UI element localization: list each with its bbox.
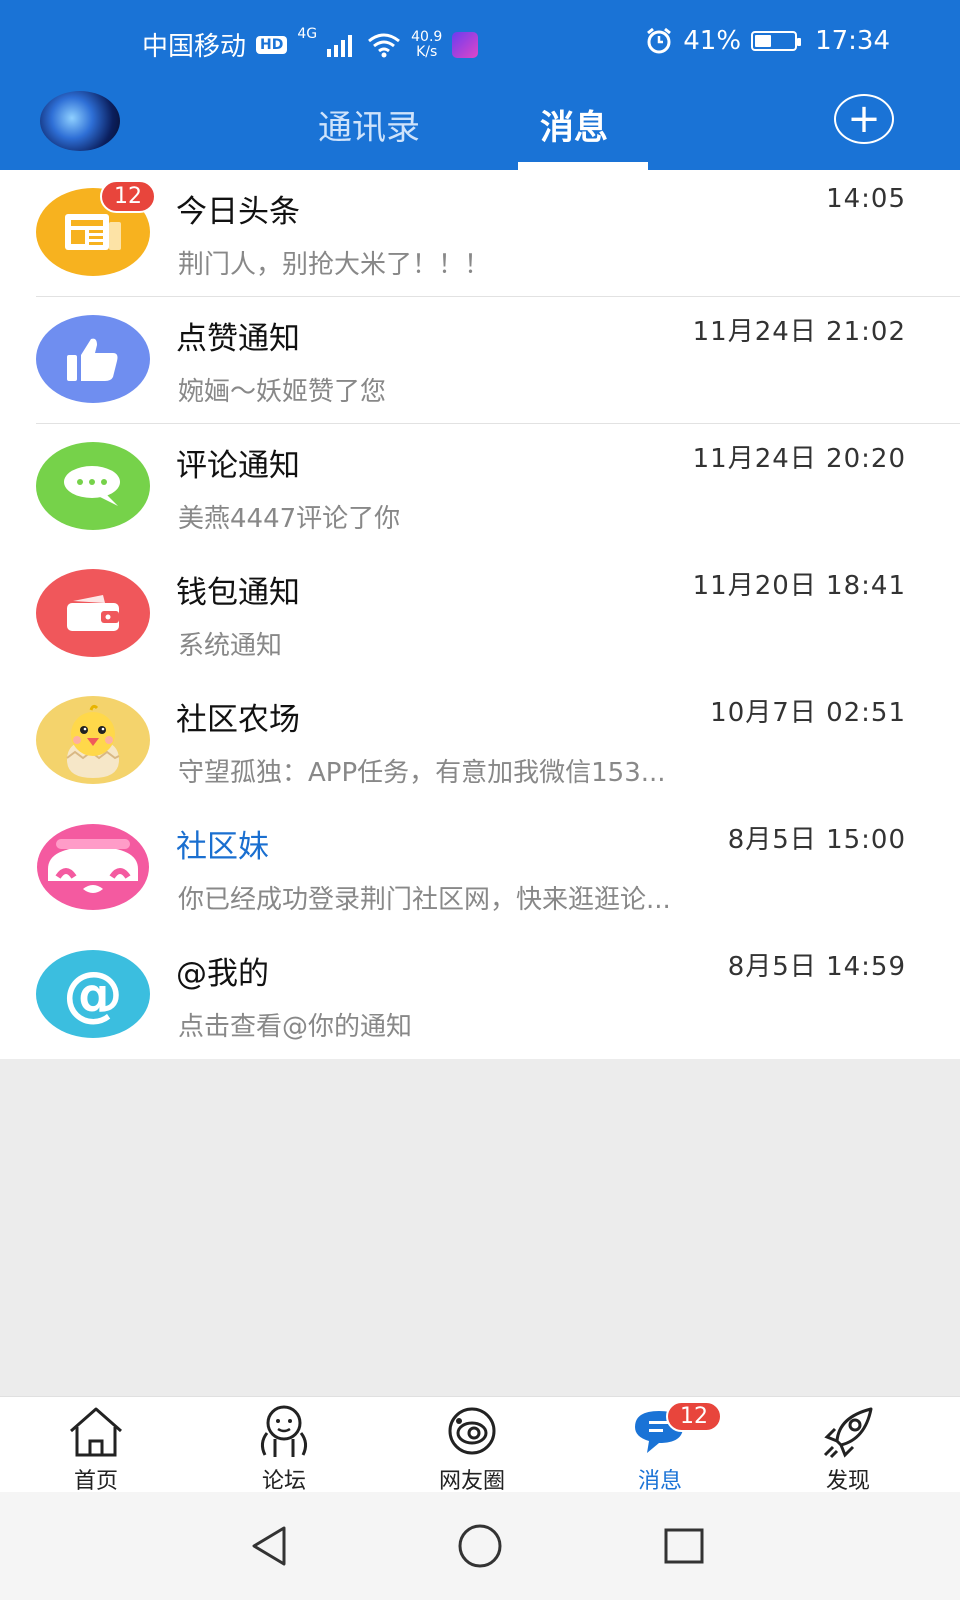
nav-discover[interactable]: 发现 [788, 1403, 908, 1495]
nav-label: 发现 [825, 1469, 870, 1494]
back-triangle-icon [252, 1526, 286, 1566]
chick-icon [36, 696, 150, 784]
app-header: 中国移动 HD 4G 40.9 K/s 41% 17:34 通讯录 消息 + [0, 0, 960, 170]
speed-unit: K/s [416, 43, 438, 60]
message-title: 评论通知 [176, 448, 300, 484]
newspaper-icon: 12 [36, 180, 156, 276]
message-row-wallet[interactable]: 钱包通知 11月20日 18:41 系统通知 [0, 551, 960, 678]
battery-icon [751, 31, 802, 51]
back-button[interactable] [240, 1516, 300, 1576]
message-preview: 你已经成功登录荆门社区网，快来逛逛论... [178, 885, 671, 915]
newspaper-glyph [65, 214, 121, 250]
message-time: 11月24日 21:02 [692, 317, 906, 347]
forum-icon [260, 1405, 308, 1457]
at-sign-icon: @ [36, 950, 150, 1038]
rocket-icon [823, 1407, 873, 1459]
app-bar: 通讯录 消息 + [0, 86, 960, 170]
plus-icon: + [847, 96, 881, 142]
home-system-button[interactable] [450, 1516, 510, 1576]
message-preview: 点击查看@你的通知 [178, 1012, 413, 1042]
wallet-icon [36, 569, 150, 657]
clock: 17:34 [815, 26, 890, 56]
nav-friends-circle[interactable]: 网友圈 [412, 1403, 532, 1495]
message-time: 14:05 [826, 184, 906, 214]
recents-square-icon [664, 1528, 704, 1564]
bottom-navigation: 首页 论坛 网友圈 12 消息 发现 [0, 1396, 960, 1495]
chat-bubble-icon [36, 442, 150, 530]
tab-messages[interactable]: 消息 [540, 100, 608, 149]
home-circle-icon [458, 1524, 502, 1568]
planet-icon [448, 1407, 496, 1455]
at-sign-glyph: @ [63, 959, 123, 1029]
message-preview: 美燕4447评论了你 [178, 504, 401, 534]
message-time: 11月24日 20:20 [692, 444, 906, 474]
message-time: 11月20日 18:41 [692, 571, 906, 601]
chick-glyph [66, 704, 120, 778]
girl-face-glyph [37, 824, 149, 910]
message-title: @我的 [176, 956, 269, 992]
network-type: 4G [297, 26, 318, 42]
nav-label: 首页 [73, 1469, 118, 1494]
speed-value: 40.9 [411, 28, 443, 45]
message-title: 今日头条 [176, 194, 300, 230]
active-tab-indicator [518, 162, 648, 170]
message-title: 社区妹 [176, 829, 269, 865]
hd-badge: HD [256, 35, 288, 54]
nav-label: 消息 [637, 1469, 682, 1494]
battery-percent: 41% [683, 26, 742, 56]
chat-bubble-glyph [64, 466, 120, 506]
status-bar: 中国移动 HD 4G 40.9 K/s 41% 17:34 [0, 0, 960, 86]
nav-forum[interactable]: 论坛 [224, 1403, 344, 1495]
nav-label: 论坛 [261, 1469, 306, 1494]
user-avatar[interactable] [40, 91, 120, 151]
home-icon [70, 1407, 122, 1457]
nav-messages[interactable]: 12 消息 [600, 1401, 722, 1495]
message-time: 10月7日 02:51 [710, 698, 906, 728]
signal-icon [327, 34, 353, 57]
message-preview: 守望孤独：APP任务，有意加我微信153... [178, 758, 666, 788]
girl-face-icon [36, 823, 150, 911]
unread-badge: 12 [100, 180, 156, 213]
thumbs-up-glyph [67, 338, 118, 381]
system-navigation-bar [0, 1492, 960, 1600]
alarm-icon [647, 27, 672, 54]
message-row-toutiao[interactable]: 12 今日头条 14:05 荆门人，别抢大米了！！！ [0, 170, 960, 297]
message-row-community-girl[interactable]: 社区妹 8月5日 15:00 你已经成功登录荆门社区网，快来逛逛论... [0, 805, 960, 932]
battery-level [755, 35, 771, 47]
network-speed: 40.9 K/s [411, 28, 443, 60]
wifi-icon [368, 33, 401, 57]
message-title: 社区农场 [176, 702, 300, 738]
message-preview: 荆门人，别抢大米了！！！ [178, 250, 491, 280]
message-preview: 系统通知 [178, 631, 283, 661]
recents-button[interactable] [654, 1516, 714, 1576]
nav-label: 网友圈 [438, 1469, 505, 1494]
message-list: 12 今日头条 14:05 荆门人，别抢大米了！！！ 点赞通知 11月24日 2… [0, 170, 960, 1059]
nav-unread-badge: 12 [666, 1401, 722, 1432]
message-row-comments[interactable]: 评论通知 11月24日 20:20 美燕4447评论了你 [0, 424, 960, 551]
nav-home[interactable]: 首页 [36, 1403, 156, 1495]
message-row-likes[interactable]: 点赞通知 11月24日 21:02 婉婳～妖姬赞了您 [0, 297, 960, 424]
message-row-mentions[interactable]: @ @我的 8月5日 14:59 点击查看@你的通知 [0, 932, 960, 1059]
message-title: 点赞通知 [176, 321, 300, 357]
thumbs-up-icon [36, 315, 150, 403]
message-preview: 婉婳～妖姬赞了您 [178, 377, 387, 407]
wallet-glyph [67, 595, 119, 631]
tab-contacts[interactable]: 通讯录 [318, 100, 420, 149]
message-time: 8月5日 14:59 [727, 952, 906, 982]
add-button[interactable]: + [834, 94, 894, 144]
message-time: 8月5日 15:00 [727, 825, 906, 855]
message-title: 钱包通知 [176, 575, 300, 611]
message-row-farm[interactable]: 社区农场 10月7日 02:51 守望孤独：APP任务，有意加我微信153... [0, 678, 960, 805]
app-notification-icon [452, 31, 479, 58]
carrier-name: 中国移动 [142, 32, 247, 62]
